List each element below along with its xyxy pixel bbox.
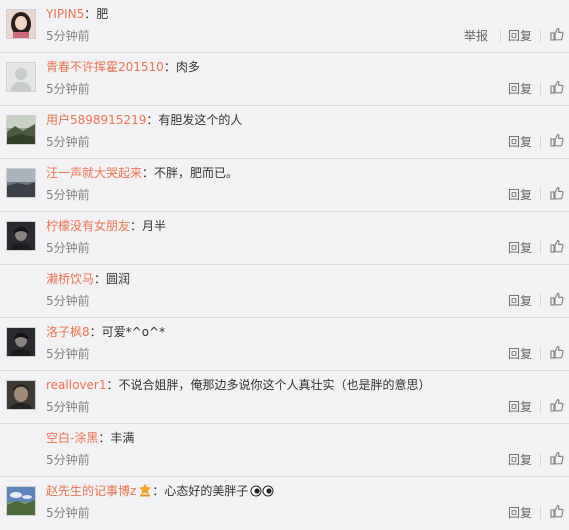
divider [540, 188, 541, 201]
comment-text: 圆润 [106, 272, 131, 286]
comment-row: 青春不许挥霍201510：肉多 5分钟前 回复 [0, 53, 569, 106]
comment-text: 肥 [96, 7, 109, 21]
comment-list: YIPIN5：肥 5分钟前 举报 回复 青春不许挥霍201510：肉多 5分钟前 回复 用户5… [0, 0, 569, 520]
comment-row: 空白-涂黑：丰满 5分钟前 回复 [0, 424, 569, 477]
comment-row: YIPIN5：肥 5分钟前 举报 回复 [0, 0, 569, 53]
reply-button[interactable]: 回复 [508, 346, 532, 362]
comment-row: 汪一声就大哭起来：不胖，肥而已。 5分钟前 回复 [0, 159, 569, 212]
username-link[interactable]: 汪一声就大哭起来 [46, 166, 142, 180]
comment-row: 赵先生的记事博z ：心态好的美胖子 5分钟前 回复 [0, 477, 569, 530]
divider [540, 506, 541, 519]
separator: ： [89, 325, 102, 339]
reply-button[interactable]: 回复 [508, 81, 532, 97]
separator: ： [84, 7, 97, 21]
comment-text: 可爱*^o^* [101, 325, 166, 339]
thumbs-up-icon[interactable] [550, 451, 564, 465]
thumbs-up-icon[interactable] [550, 504, 564, 518]
divider [540, 135, 541, 148]
username-link[interactable]: 用户5898915219 [46, 113, 146, 127]
separator: ： [163, 60, 176, 74]
divider [540, 347, 541, 360]
thumbs-up-icon[interactable] [550, 398, 564, 412]
thumbs-up-icon[interactable] [550, 186, 564, 200]
divider [540, 400, 541, 413]
comment-time: 5分钟前 [46, 29, 90, 43]
separator: ： [98, 431, 111, 445]
reply-button[interactable]: 回复 [508, 399, 532, 415]
member-badge-icon[interactable] [138, 483, 152, 501]
thumbs-up-icon[interactable] [550, 292, 564, 306]
comment-time: 5分钟前 [46, 400, 90, 414]
thumbs-up-icon[interactable] [550, 345, 564, 359]
username-link[interactable]: YIPIN5 [46, 7, 84, 21]
avatar[interactable] [6, 62, 36, 92]
divider [540, 241, 541, 254]
report-button[interactable]: 举报 [464, 28, 488, 44]
reply-button[interactable]: 回复 [508, 134, 532, 150]
avatar[interactable] [6, 221, 36, 251]
comment-time: 5分钟前 [46, 241, 90, 255]
comment-time: 5分钟前 [46, 347, 90, 361]
reply-button[interactable]: 回复 [508, 452, 532, 468]
separator: ： [106, 378, 119, 392]
divider [540, 294, 541, 307]
separator: ： [130, 219, 143, 233]
username-link[interactable]: 柠檬没有女朋友 [46, 219, 130, 233]
eyes-emoji-icon [250, 485, 274, 501]
comment-text: 肉多 [175, 60, 200, 74]
comment-time: 5分钟前 [46, 294, 90, 308]
separator: ： [152, 484, 165, 498]
reply-button[interactable]: 回复 [508, 240, 532, 256]
comment-time: 5分钟前 [46, 135, 90, 149]
username-link[interactable]: 空白-涂黑 [46, 431, 98, 445]
username-link[interactable]: 青春不许挥霍201510 [46, 60, 164, 74]
comment-time: 5分钟前 [46, 453, 90, 467]
username-link[interactable]: 赵先生的记事博z [46, 484, 136, 498]
comment-text: 有胆发这个的人 [158, 113, 243, 127]
comment-row: 柠檬没有女朋友：月半 5分钟前 回复 [0, 212, 569, 265]
reply-button[interactable]: 回复 [508, 293, 532, 309]
avatar[interactable] [6, 168, 36, 198]
divider [500, 29, 501, 42]
username-link[interactable]: reallover1 [46, 378, 106, 392]
thumbs-up-icon[interactable] [550, 27, 564, 41]
username-link[interactable]: 濑桥饮马 [46, 272, 94, 286]
comment-text: 不胖，肥而已。 [154, 166, 239, 180]
separator: ： [146, 113, 159, 127]
thumbs-up-icon[interactable] [550, 239, 564, 253]
comment-text: 月半 [142, 219, 167, 233]
separator: ： [94, 272, 107, 286]
comment-text: 丰满 [110, 431, 135, 445]
separator: ： [142, 166, 155, 180]
comment-time: 5分钟前 [46, 82, 90, 96]
comment-row: 洛子枫8：可爱*^o^* 5分钟前 回复 [0, 318, 569, 371]
thumbs-up-icon[interactable] [550, 133, 564, 147]
thumbs-up-icon[interactable] [550, 80, 564, 94]
comment-row: reallover1：不说合姐胖，俺那边多说你这个人真壮实（也是胖的意思） 5分钟… [0, 371, 569, 424]
comment-row: 濑桥饮马：圆润 5分钟前 回复 [0, 265, 569, 318]
divider [540, 29, 541, 42]
comment-text: 不说合姐胖，俺那边多说你这个人真壮实（也是胖的意思） [118, 378, 431, 392]
avatar[interactable] [6, 486, 36, 516]
comment-text: 心态好的美胖子 [164, 484, 249, 498]
comment-row: 用户5898915219：有胆发这个的人 5分钟前 回复 [0, 106, 569, 159]
avatar[interactable] [6, 9, 36, 39]
avatar[interactable] [6, 115, 36, 145]
username-link[interactable]: 洛子枫8 [46, 325, 90, 339]
divider [540, 453, 541, 466]
avatar[interactable] [6, 327, 36, 357]
reply-button[interactable]: 回复 [508, 28, 532, 44]
avatar[interactable] [6, 380, 36, 410]
reply-button[interactable]: 回复 [508, 187, 532, 203]
comment-time: 5分钟前 [46, 188, 90, 202]
divider [540, 82, 541, 95]
